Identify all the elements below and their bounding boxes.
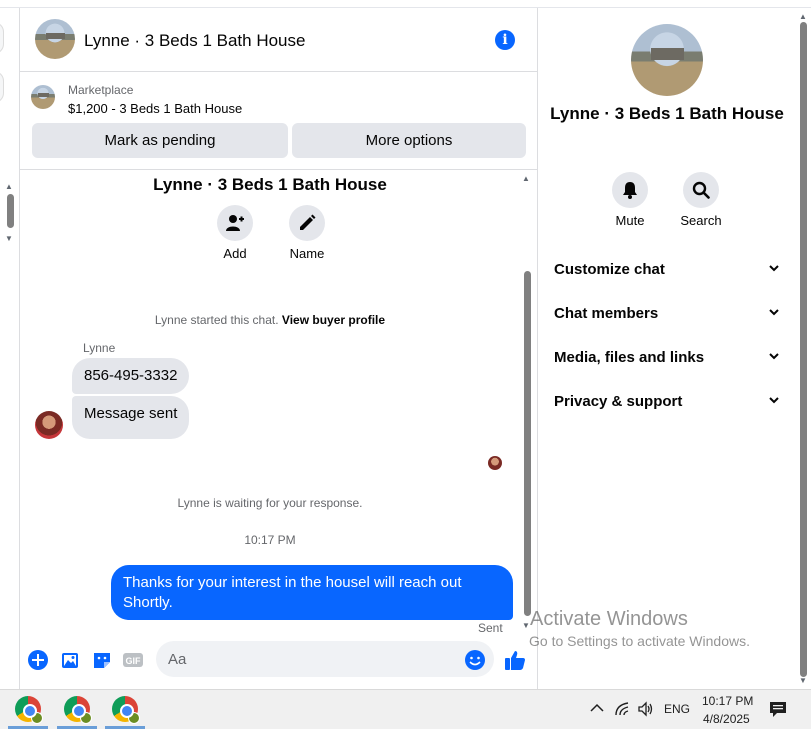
scroll-down-arrow-icon[interactable]: ▼ <box>799 676 807 685</box>
incoming-message[interactable]: 856-495-3332 <box>72 358 190 394</box>
edge-button[interactable] <box>0 71 4 103</box>
outgoing-message[interactable]: Thanks for your interest in the housel w… <box>111 565 513 620</box>
activate-windows-hint: Go to Settings to activate Windows. <box>529 633 750 649</box>
profile-badge-icon <box>128 712 140 724</box>
sender-name: Lynne <box>83 341 116 355</box>
chrome-app-icon[interactable] <box>112 696 140 724</box>
sidebar-title: Lynne · 3 Beds 1 Bath House <box>550 104 784 123</box>
search-icon <box>692 181 710 199</box>
photo-icon[interactable] <box>59 649 81 671</box>
sender-avatar[interactable] <box>35 411 63 439</box>
taskbar: ENG 10:17 PM 4/8/2025 <box>0 689 811 729</box>
chevron-down-icon <box>769 353 779 360</box>
chat-title[interactable]: Lynne · 3 Beds 1 Bath House <box>84 31 305 51</box>
wifi-icon[interactable] <box>614 701 632 717</box>
emoji-icon[interactable] <box>464 649 486 671</box>
sent-status: Sent <box>478 621 503 633</box>
name-label: Name <box>289 246 325 261</box>
view-buyer-profile-link[interactable]: View buyer profile <box>282 313 385 327</box>
chat-started-text: Lynne started this chat. <box>154 313 279 327</box>
gif-icon[interactable]: GIF <box>122 649 144 671</box>
chat-scrollbar-thumb[interactable] <box>524 271 531 616</box>
sticker-icon[interactable] <box>91 649 113 671</box>
listing-source: Marketplace <box>68 83 134 97</box>
incoming-message[interactable]: Message sent <box>72 396 190 439</box>
mark-as-pending-button[interactable]: Mark as pending <box>32 123 288 158</box>
search-button[interactable] <box>683 172 719 208</box>
profile-badge-icon <box>80 712 92 724</box>
chat-header: Lynne · 3 Beds 1 Bath House i <box>20 8 538 72</box>
chevron-up-icon[interactable] <box>590 703 604 713</box>
add-person-icon <box>226 215 244 231</box>
listing-price-title[interactable]: $1,200 - 3 Beds 1 Bath House <box>68 101 242 116</box>
thumbs-up-icon[interactable] <box>504 649 526 671</box>
clock-date[interactable]: 4/8/2025 <box>703 712 750 726</box>
left-scrollbar-thumb[interactable] <box>7 194 14 228</box>
section-label: Chat members <box>554 305 659 322</box>
mute-label: Mute <box>615 213 645 228</box>
page: ▲ ▼ Lynne · 3 Beds 1 Bath House i Market… <box>0 0 811 729</box>
message-timestamp: 10:17 PM <box>244 533 296 547</box>
page-scrollbar-thumb[interactable] <box>800 22 807 677</box>
language-indicator[interactable]: ENG <box>664 702 690 716</box>
scroll-down-arrow-icon[interactable]: ▼ <box>5 234 13 243</box>
marketplace-listing-card: Marketplace $1,200 - 3 Beds 1 Bath House… <box>20 73 538 170</box>
more-options-button[interactable]: More options <box>292 123 526 158</box>
scroll-up-arrow-icon[interactable]: ▲ <box>799 12 807 21</box>
chevron-down-icon <box>769 397 779 404</box>
chat-info-sidebar: Lynne · 3 Beds 1 Bath House Mute Search … <box>538 8 796 689</box>
chat-avatar[interactable] <box>35 19 75 59</box>
chat-panel: Lynne · 3 Beds 1 Bath House i Marketplac… <box>19 8 538 689</box>
mute-button[interactable] <box>612 172 648 208</box>
section-label: Media, files and links <box>554 349 705 366</box>
section-label: Customize chat <box>554 261 665 278</box>
plus-icon[interactable] <box>27 649 49 671</box>
notifications-icon[interactable] <box>769 701 787 718</box>
clock-time[interactable]: 10:17 PM <box>702 694 753 708</box>
seen-avatar <box>488 456 502 470</box>
search-label: Search <box>680 213 722 228</box>
page-scrollbar[interactable]: ▲ ▼ <box>796 8 811 689</box>
thread-title: Lynne · 3 Beds 1 Bath House <box>153 175 387 194</box>
section-chat-members[interactable]: Chat members <box>554 296 780 332</box>
svg-text:GIF: GIF <box>126 656 142 666</box>
message-thread: Lynne · 3 Beds 1 Bath House Add Name Lyn <box>20 171 538 633</box>
chevron-down-icon <box>769 309 779 316</box>
edit-name-button[interactable] <box>289 205 325 241</box>
bell-icon <box>623 182 637 199</box>
top-border <box>0 0 811 8</box>
chrome-app-icon[interactable] <box>15 696 43 724</box>
chat-started-line: Lynne started this chat. View buyer prof… <box>20 313 520 327</box>
scroll-down-arrow-icon[interactable]: ▼ <box>522 621 530 630</box>
profile-badge-icon <box>31 712 43 724</box>
add-person-button[interactable] <box>217 205 253 241</box>
sidebar-avatar[interactable] <box>631 24 703 96</box>
chrome-app-icon[interactable] <box>64 696 92 724</box>
pencil-icon <box>300 214 316 230</box>
scroll-up-arrow-icon[interactable]: ▲ <box>522 174 530 183</box>
section-customize-chat[interactable]: Customize chat <box>554 252 780 288</box>
listing-thumbnail[interactable] <box>31 85 55 109</box>
message-input[interactable] <box>156 641 494 677</box>
left-edge-panel: ▲ ▼ <box>0 8 19 689</box>
section-label: Privacy & support <box>554 393 683 410</box>
add-label: Add <box>223 246 247 261</box>
chevron-down-icon <box>769 265 779 272</box>
waiting-status: Lynne is waiting for your response. <box>177 496 363 510</box>
section-privacy-support[interactable]: Privacy & support <box>554 384 780 420</box>
activate-windows-watermark: Activate Windows <box>530 608 688 630</box>
scroll-up-arrow-icon[interactable]: ▲ <box>5 182 13 191</box>
edge-button[interactable] <box>0 22 4 54</box>
info-icon[interactable]: i <box>495 30 515 50</box>
composer: GIF <box>20 636 538 681</box>
volume-icon[interactable] <box>637 701 655 717</box>
section-media-files-links[interactable]: Media, files and links <box>554 340 780 376</box>
